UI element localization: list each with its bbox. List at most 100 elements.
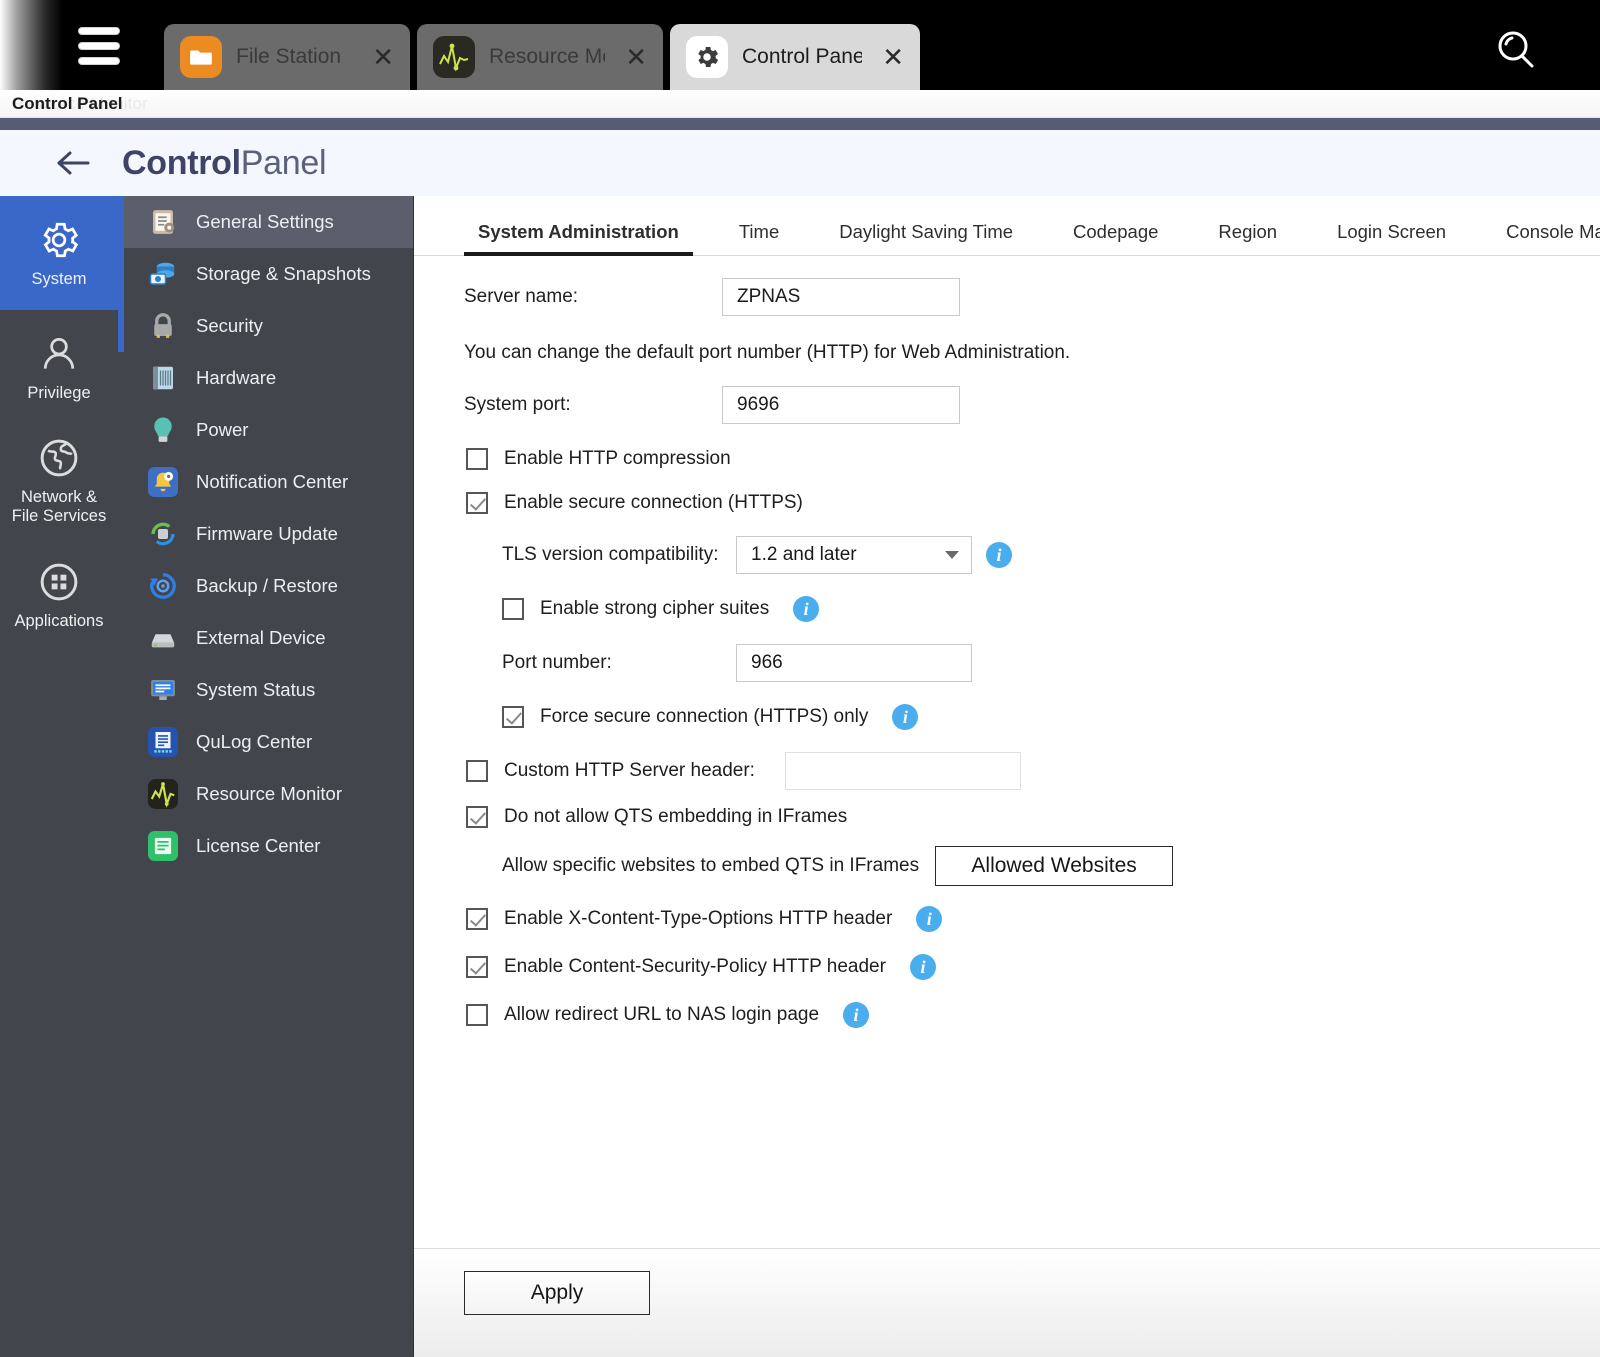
tab-console-management[interactable]: Console Management xyxy=(1506,221,1600,255)
rail-item-system[interactable]: System xyxy=(0,196,118,310)
user-icon xyxy=(37,332,81,376)
sidebar-item-backup-restore[interactable]: Backup / Restore xyxy=(118,560,413,612)
csp-header-label: Enable Content-Security-Policy HTTP head… xyxy=(504,956,886,977)
info-icon[interactable]: i xyxy=(843,1002,870,1028)
csp-header-checkbox[interactable] xyxy=(466,956,488,978)
info-icon[interactable]: i xyxy=(793,596,820,622)
redirect-url-checkbox[interactable] xyxy=(466,1004,488,1026)
content-panel: System Administration Time Daylight Savi… xyxy=(414,196,1600,1357)
https-port-row: Port number: xyxy=(414,644,1600,682)
bell-gear-icon xyxy=(148,467,178,497)
page-title-light: Panel xyxy=(240,143,327,182)
tab-daylight-saving-time[interactable]: Daylight Saving Time xyxy=(839,221,1013,255)
rail-item-network-file-services[interactable]: Network & File Services xyxy=(0,424,118,538)
sidebar-item-label: System Status xyxy=(196,679,316,700)
taskbar-tab-resource-monitor[interactable]: Resource Mo... ✕ xyxy=(417,24,663,90)
rail-item-label: Network & File Services xyxy=(11,488,107,525)
sidebar-item-power[interactable]: Power xyxy=(118,404,413,456)
page-title: ControlPanel xyxy=(122,143,327,183)
rail-item-label: System xyxy=(31,269,87,288)
content-tabstrip: System Administration Time Daylight Savi… xyxy=(414,196,1600,256)
gear-icon xyxy=(37,218,81,262)
power-bulb-icon xyxy=(148,415,178,445)
sidebar-item-label: QuLog Center xyxy=(196,731,313,752)
rail-item-applications[interactable]: Applications xyxy=(0,538,118,652)
strong-cipher-row: Enable strong cipher suites i xyxy=(414,596,1600,622)
sidebar-item-firmware-update[interactable]: Firmware Update xyxy=(118,508,413,560)
xcto-header-checkbox[interactable] xyxy=(466,908,488,930)
taskbar-gradient-edge xyxy=(0,0,62,90)
allowed-websites-label: Allow specific websites to embed QTS in … xyxy=(502,855,920,876)
storage-icon xyxy=(148,259,178,289)
sidebar-item-label: Backup / Restore xyxy=(196,575,338,596)
sidebar-item-system-status[interactable]: System Status xyxy=(118,664,413,716)
tab-region[interactable]: Region xyxy=(1218,221,1277,255)
apply-button[interactable]: Apply xyxy=(464,1271,650,1315)
sidebar-item-label: General Settings xyxy=(196,211,334,232)
server-name-label: Server name: xyxy=(464,286,579,307)
redirect-url-label: Allow redirect URL to NAS login page xyxy=(504,1004,820,1025)
taskbar-tab-label: Control Panel xyxy=(742,45,863,68)
sidebar-item-external-device[interactable]: External Device xyxy=(118,612,413,664)
tab-login-screen[interactable]: Login Screen xyxy=(1337,221,1446,255)
search-icon[interactable] xyxy=(1493,27,1539,73)
custom-http-header-label: Custom HTTP Server header: xyxy=(504,760,755,781)
system-administration-form: Server name: You can change the default … xyxy=(414,278,1600,1028)
sidebar-item-label: External Device xyxy=(196,627,326,648)
external-drive-icon xyxy=(148,623,178,653)
sidebar-item-license-center[interactable]: License Center xyxy=(118,820,413,872)
tab-codepage[interactable]: Codepage xyxy=(1073,221,1158,255)
https-checkbox[interactable] xyxy=(466,492,488,514)
sidebar-item-general-settings[interactable]: General Settings xyxy=(118,196,413,248)
sidebar-item-notification-center[interactable]: Notification Center xyxy=(118,456,413,508)
sidebar-item-label: Notification Center xyxy=(196,471,349,492)
tab-time[interactable]: Time xyxy=(739,221,779,255)
sidebar-item-storage-snapshots[interactable]: Storage & Snapshots xyxy=(118,248,413,300)
hamburger-icon[interactable] xyxy=(78,27,120,65)
taskbar-tab-label: Resource Mo... xyxy=(489,45,605,68)
custom-http-header-row: Custom HTTP Server header: xyxy=(414,752,1600,790)
http-compression-row: Enable HTTP compression xyxy=(414,448,1600,470)
sidebar-item-hardware[interactable]: Hardware xyxy=(118,352,413,404)
sidebar-nav: General Settings Storage & Snapshots Sec… xyxy=(118,196,414,1357)
server-name-input[interactable] xyxy=(722,278,960,316)
qulog-icon xyxy=(148,727,178,757)
allowed-websites-button[interactable]: Allowed Websites xyxy=(935,846,1174,886)
https-row: Enable secure connection (HTTPS) xyxy=(414,492,1600,514)
close-icon[interactable]: ✕ xyxy=(619,44,647,70)
close-icon[interactable]: ✕ xyxy=(366,44,394,70)
xcto-header-row: Enable X-Content-Type-Options HTTP heade… xyxy=(414,906,1600,932)
license-icon xyxy=(148,831,178,861)
strong-cipher-checkbox[interactable] xyxy=(502,598,524,620)
sidebar-item-qulog-center[interactable]: QuLog Center xyxy=(118,716,413,768)
sidebar-item-label: Security xyxy=(196,315,263,336)
iframe-embed-label: Do not allow QTS embedding in IFrames xyxy=(504,806,848,827)
rail-item-privilege[interactable]: Privilege xyxy=(0,310,118,424)
sidebar-item-resource-monitor[interactable]: Resource Monitor xyxy=(118,768,413,820)
info-icon[interactable]: i xyxy=(986,542,1012,568)
info-icon[interactable]: i xyxy=(892,704,919,730)
firmware-update-icon xyxy=(148,519,178,549)
back-arrow-icon[interactable] xyxy=(56,148,92,178)
taskbar-tab-file-station[interactable]: File Station ✕ xyxy=(164,24,410,90)
sidebar-item-security[interactable]: Security xyxy=(118,300,413,352)
system-port-input[interactable] xyxy=(722,386,960,424)
iframe-embed-row: Do not allow QTS embedding in IFrames xyxy=(414,806,1600,828)
lock-icon xyxy=(148,311,178,341)
tab-system-administration[interactable]: System Administration xyxy=(464,221,693,256)
custom-http-header-input[interactable] xyxy=(784,752,1021,790)
info-icon[interactable]: i xyxy=(909,954,936,980)
close-icon[interactable]: ✕ xyxy=(876,44,904,70)
taskbar-tab-control-panel[interactable]: Control Panel ✕ xyxy=(670,24,920,90)
monitor-icon xyxy=(148,675,178,705)
tls-version-select[interactable]: 1.2 and later xyxy=(736,536,972,574)
https-port-input[interactable] xyxy=(736,644,972,682)
content-footer: Apply xyxy=(414,1248,1600,1357)
http-compression-checkbox[interactable] xyxy=(466,448,488,470)
custom-http-header-checkbox[interactable] xyxy=(466,760,488,782)
info-icon[interactable]: i xyxy=(916,906,943,932)
iframe-embed-checkbox[interactable] xyxy=(466,806,488,828)
globe-icon xyxy=(37,436,81,480)
control-panel-header: ControlPanel xyxy=(0,130,1600,196)
force-https-checkbox[interactable] xyxy=(502,706,524,728)
